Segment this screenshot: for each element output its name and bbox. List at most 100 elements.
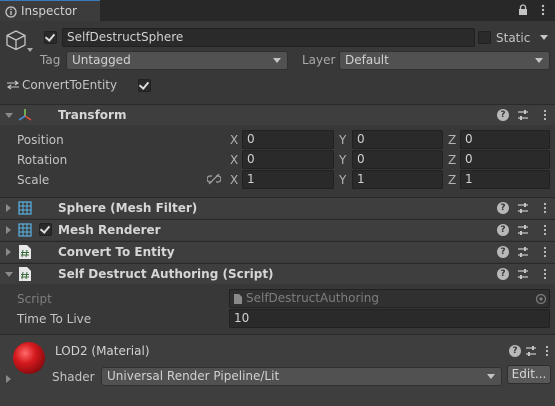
kebab-menu-icon[interactable]: [543, 345, 551, 357]
kebab-menu-icon[interactable]: [541, 246, 549, 258]
help-icon[interactable]: ?: [497, 202, 509, 214]
scale-z-axis: Z: [448, 173, 457, 187]
mesh-filter-header[interactable]: Sphere (Mesh Filter) ?: [0, 197, 555, 218]
help-icon[interactable]: ?: [497, 246, 509, 258]
scale-y-axis: Y: [339, 173, 347, 187]
transform-axes-icon: [18, 109, 32, 121]
chevron-down-icon: [273, 58, 281, 63]
transform-header[interactable]: Transform ?: [0, 104, 555, 125]
presets-sliders-icon[interactable]: [517, 246, 529, 258]
checkmark-icon: [138, 79, 150, 90]
script-file-icon: [234, 294, 242, 304]
scale-z-field[interactable]: 1: [460, 170, 550, 189]
rotation-x-axis: X: [230, 153, 239, 167]
mesh-renderer-enabled-checkbox[interactable]: [39, 223, 52, 236]
help-icon[interactable]: ?: [509, 345, 521, 357]
convert-to-entity-label: ConvertToEntity: [22, 78, 118, 92]
position-x-field[interactable]: 0: [242, 130, 334, 149]
lock-icon[interactable]: [517, 4, 529, 16]
shader-dropdown[interactable]: Universal Render Pipeline/Lit: [101, 367, 502, 386]
tab-title: Inspector: [21, 4, 77, 18]
position-y-axis: Y: [339, 133, 347, 147]
presets-sliders-icon[interactable]: [517, 202, 529, 214]
material-preview-ball: [13, 342, 45, 374]
position-label: Position: [17, 133, 64, 147]
foldout-closed-icon[interactable]: [6, 226, 11, 234]
gameobject-name-field[interactable]: SelfDestructSphere: [62, 28, 475, 47]
kebab-menu-icon[interactable]: [541, 224, 549, 236]
static-label: Static: [496, 31, 531, 45]
tab-bar: Inspector: [0, 0, 555, 21]
kebab-menu-icon[interactable]: [541, 268, 549, 280]
foldout-open-icon[interactable]: [5, 272, 13, 277]
tab-inspector[interactable]: Inspector: [0, 0, 100, 21]
rotation-z-axis: Z: [448, 153, 457, 167]
scale-x-field[interactable]: 1: [242, 170, 334, 189]
rotation-x-field[interactable]: 0: [242, 150, 334, 169]
script-hash-icon: [19, 245, 31, 259]
static-checkbox[interactable]: [478, 31, 491, 44]
material-name: LOD2 (Material): [55, 344, 150, 358]
position-z-field[interactable]: 0: [460, 130, 550, 149]
gameobject-cube-icon: [6, 30, 26, 51]
convert-arrows-icon: [7, 80, 19, 90]
rotation-y-field[interactable]: 0: [352, 150, 443, 169]
script-field: SelfDestructAuthoring: [229, 289, 550, 308]
constrain-proportions-icon[interactable]: [207, 173, 221, 185]
scale-x-axis: X: [230, 173, 239, 187]
header-actions: ?: [497, 201, 553, 215]
rotation-label: Rotation: [17, 153, 68, 167]
help-icon[interactable]: ?: [497, 268, 509, 280]
time-to-live-field[interactable]: 10: [229, 309, 550, 328]
foldout-open-icon[interactable]: [5, 113, 13, 118]
presets-sliders-icon[interactable]: [517, 224, 529, 236]
active-checkbox[interactable]: [44, 31, 57, 44]
scale-y-field[interactable]: 1: [352, 170, 443, 189]
rotation-y-axis: Y: [339, 153, 347, 167]
header-actions: ?: [497, 267, 553, 281]
kebab-menu-icon[interactable]: [541, 202, 549, 214]
static-dropdown-arrow[interactable]: [540, 35, 548, 40]
presets-sliders-icon[interactable]: [517, 268, 529, 280]
layer-dropdown[interactable]: Default: [339, 51, 550, 70]
help-icon[interactable]: ?: [497, 109, 509, 121]
help-icon[interactable]: ?: [497, 224, 509, 236]
presets-sliders-icon[interactable]: [525, 345, 537, 357]
material-section: LOD2 (Material) ? Shader Universal Rende…: [0, 334, 555, 406]
rotation-z-field[interactable]: 0: [460, 150, 550, 169]
mesh-renderer-icon: [18, 223, 32, 237]
mesh-filter-title: Sphere (Mesh Filter): [58, 201, 198, 215]
header-actions: ?: [497, 245, 553, 259]
mesh-renderer-header[interactable]: Mesh Renderer ?: [0, 219, 555, 240]
tag-label: Tag: [40, 53, 61, 67]
checkmark-icon: [44, 31, 56, 42]
time-to-live-label: Time To Live: [17, 312, 92, 326]
edit-shader-button[interactable]: Edit...: [507, 365, 551, 384]
transform-title: Transform: [58, 108, 127, 122]
script-hash-icon: [19, 267, 31, 281]
header-actions: ?: [497, 108, 553, 122]
mesh-renderer-title: Mesh Renderer: [58, 223, 161, 237]
tag-dropdown[interactable]: Untagged: [66, 51, 288, 70]
presets-sliders-icon[interactable]: [517, 109, 529, 121]
self-destruct-title: Self Destruct Authoring (Script): [58, 267, 274, 281]
convert-to-entity-checkbox[interactable]: [138, 79, 151, 92]
script-value: SelfDestructAuthoring: [246, 291, 379, 305]
icon-dropdown-arrow[interactable]: [27, 48, 33, 52]
kebab-menu-icon[interactable]: [541, 109, 549, 121]
foldout-closed-icon[interactable]: [6, 248, 11, 256]
convert-to-entity-header[interactable]: Convert To Entity ?: [0, 241, 555, 262]
convert-to-entity-title: Convert To Entity: [58, 245, 175, 259]
foldout-closed-icon[interactable]: [6, 375, 11, 383]
self-destruct-header[interactable]: Self Destruct Authoring (Script) ?: [0, 263, 555, 284]
kebab-menu-icon[interactable]: [538, 4, 548, 16]
position-z-axis: Z: [448, 133, 457, 147]
position-y-field[interactable]: 0: [352, 130, 443, 149]
chevron-down-icon: [487, 374, 495, 379]
position-x-axis: X: [230, 133, 239, 147]
foldout-closed-icon[interactable]: [6, 204, 11, 212]
header-actions: ?: [497, 223, 553, 237]
layer-value: Default: [345, 53, 389, 67]
scale-label: Scale: [17, 173, 50, 187]
mesh-grid-icon: [18, 201, 32, 215]
